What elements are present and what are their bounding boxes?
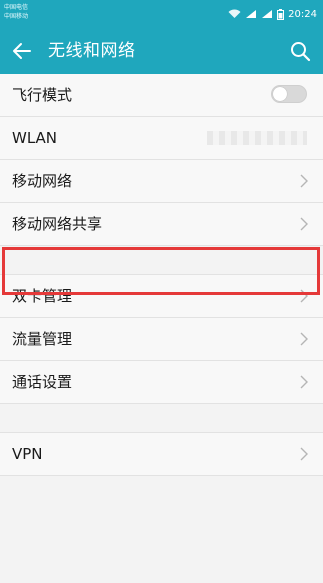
status-bar: 中国电信 中国移动 20:24 bbox=[0, 0, 323, 28]
arrow-left-icon[interactable] bbox=[10, 39, 34, 63]
status-indicators: 20:24 bbox=[228, 8, 317, 20]
search-icon[interactable] bbox=[289, 40, 311, 62]
chevron-right-icon bbox=[300, 332, 308, 346]
section-divider bbox=[0, 246, 323, 275]
clock: 20:24 bbox=[288, 8, 317, 20]
data-usage-label: 流量管理 bbox=[12, 330, 73, 348]
airplane-mode-row[interactable]: 飞行模式 bbox=[0, 74, 323, 117]
carrier-2: 中国移动 bbox=[4, 13, 29, 20]
chevron-right-icon bbox=[300, 289, 308, 303]
call-settings-row[interactable]: 通话设置 bbox=[0, 361, 323, 404]
signal-icon-2 bbox=[262, 10, 273, 18]
carrier-1: 中国电信 bbox=[4, 4, 29, 11]
toggle-knob bbox=[273, 87, 287, 101]
settings-list: 飞行模式 WLAN 移动网络 移动网络共享 双卡管理 流量管理 通话设置 VPN bbox=[0, 74, 323, 476]
wlan-row[interactable]: WLAN bbox=[0, 117, 323, 160]
chevron-right-icon bbox=[300, 174, 308, 188]
chevron-right-icon bbox=[300, 375, 308, 389]
wifi-icon bbox=[228, 9, 241, 18]
chevron-right-icon bbox=[300, 217, 308, 231]
app-bar: 无线和网络 bbox=[0, 28, 323, 74]
chevron-right-icon bbox=[300, 447, 308, 461]
airplane-mode-toggle[interactable] bbox=[271, 85, 307, 103]
tethering-label: 移动网络共享 bbox=[12, 215, 103, 233]
tethering-row[interactable]: 移动网络共享 bbox=[0, 203, 323, 246]
dual-sim-row[interactable]: 双卡管理 bbox=[0, 275, 323, 318]
data-usage-row[interactable]: 流量管理 bbox=[0, 318, 323, 361]
airplane-mode-label: 飞行模式 bbox=[12, 86, 73, 104]
mobile-network-label: 移动网络 bbox=[12, 172, 73, 190]
vpn-label: VPN bbox=[12, 445, 43, 463]
wlan-label: WLAN bbox=[12, 129, 58, 147]
battery-icon bbox=[277, 8, 285, 20]
carrier-info: 中国电信 中国移动 bbox=[4, 3, 28, 21]
vpn-row[interactable]: VPN bbox=[0, 433, 323, 476]
wlan-status-redacted bbox=[207, 131, 307, 145]
call-settings-label: 通话设置 bbox=[12, 373, 73, 391]
page-title: 无线和网络 bbox=[48, 41, 136, 61]
dual-sim-label: 双卡管理 bbox=[12, 287, 73, 305]
section-divider bbox=[0, 404, 323, 433]
signal-icon bbox=[246, 10, 257, 18]
mobile-network-row[interactable]: 移动网络 bbox=[0, 160, 323, 203]
